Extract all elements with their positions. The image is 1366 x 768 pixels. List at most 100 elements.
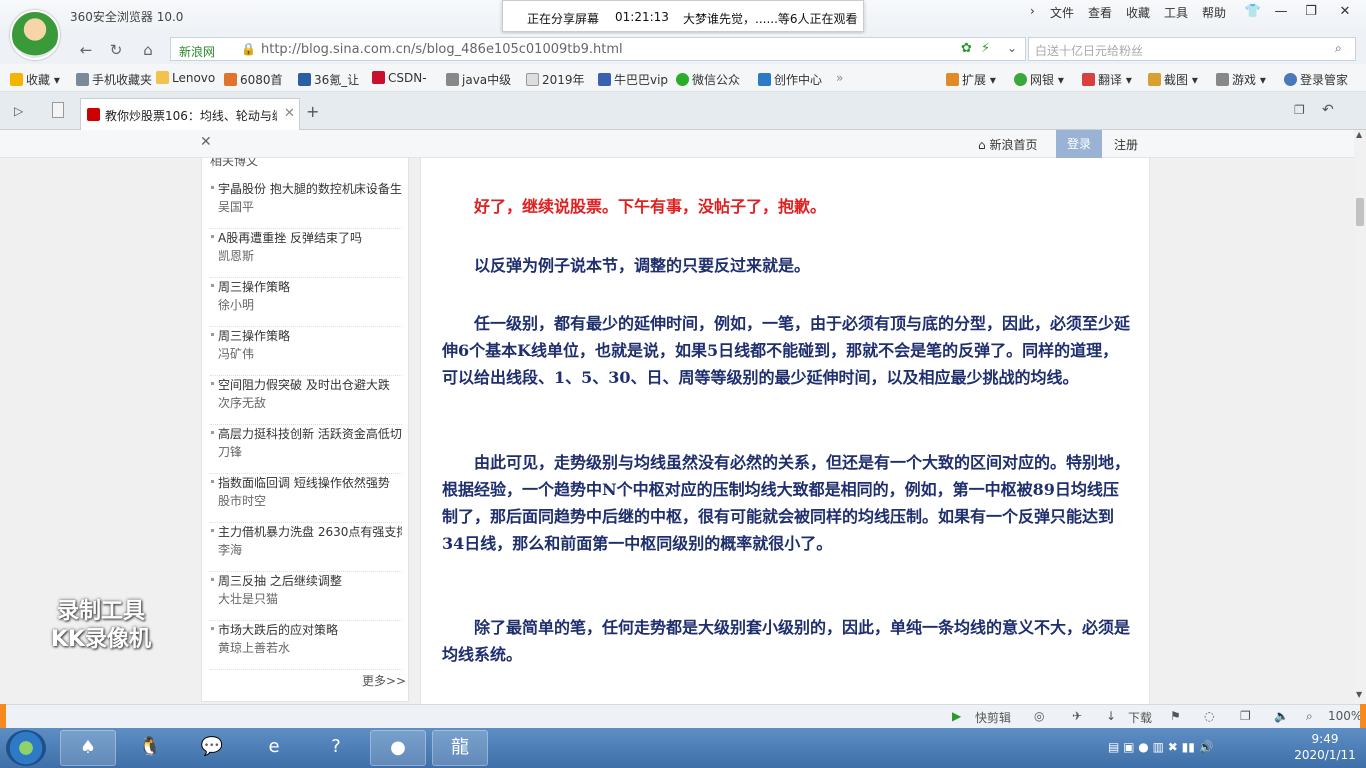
close-panel-icon[interactable]: ✕	[200, 134, 212, 150]
related-post-item[interactable]: 空间阻力假突破 及时出仓避大跌 次序无敌	[210, 376, 402, 425]
bookmark-favorites[interactable]: 收藏 ▾	[10, 71, 60, 88]
bookmarks-bar: 收藏 ▾ 手机收藏夹 Lenovo 6080首 36氪_让 CSDN- java…	[0, 64, 1366, 92]
menu-file[interactable]: 文件	[1050, 4, 1074, 21]
video-clip-icon[interactable]: ▶	[952, 709, 961, 723]
browser-icon[interactable]: ◌	[1204, 709, 1214, 723]
flag-icon[interactable]: ⚑	[1170, 709, 1181, 723]
zoom-icon[interactable]: ⌕	[1306, 709, 1313, 724]
games-button[interactable]: 游戏 ▾	[1216, 71, 1266, 88]
related-post-item[interactable]: 主力借机暴力洗盘 2630点有强支撑 李海	[210, 523, 402, 572]
back-icon[interactable]: ←	[76, 40, 96, 60]
bookmark-creator[interactable]: 创作中心	[758, 71, 822, 88]
share-status: 正在分享屏幕	[527, 12, 600, 26]
bookmark-csdn[interactable]: CSDN-	[372, 71, 427, 85]
taskbar-wechat-icon[interactable]: 💬	[184, 730, 240, 766]
new-tab-icon[interactable]: +	[306, 102, 319, 121]
menu-help[interactable]: 帮助	[1202, 4, 1226, 21]
site-icon	[446, 73, 459, 86]
window-icon[interactable]: ❐	[1240, 709, 1251, 723]
tab-active[interactable]: 教你炒股票106：均线、轮动与缠 ✕	[80, 98, 300, 130]
vertical-scrollbar[interactable]: ▲ ▼	[1354, 130, 1366, 704]
quick-edit-button[interactable]: 快剪辑	[975, 709, 1011, 726]
bookmark-mobile[interactable]: 手机收藏夹	[76, 71, 152, 88]
download-button[interactable]: 下载	[1128, 709, 1152, 726]
bookmark-2019[interactable]: 2019年	[526, 71, 585, 88]
sina-home-link[interactable]: ⌂ 新浪首页	[978, 136, 1037, 153]
taskbar-dragon-icon[interactable]: 龍	[432, 730, 488, 766]
related-post-item[interactable]: 周三反抽 之后继续调整 大壮是只猫	[210, 572, 402, 621]
home-icon[interactable]: ⌂	[138, 40, 158, 60]
search-icon[interactable]: ⌕	[1335, 41, 1342, 56]
screenshot-button[interactable]: 截图 ▾	[1148, 71, 1198, 88]
scrollbar-thumb[interactable]	[1356, 198, 1364, 226]
related-post-item[interactable]: 周三操作策略 徐小明	[210, 278, 402, 327]
taskbar-solitaire-icon[interactable]: ♠	[60, 730, 116, 766]
related-post-item[interactable]: 指数面临回调 短线操作依然强势 股市时空	[210, 474, 402, 523]
close-button[interactable]: ✕	[1330, 2, 1360, 22]
ebank-button[interactable]: 网银 ▾	[1014, 71, 1064, 88]
register-link[interactable]: 注册	[1114, 136, 1138, 153]
download-icon[interactable]: ↓	[1106, 709, 1116, 723]
security-shield-icon[interactable]: ✿	[961, 41, 972, 56]
tray-icons[interactable]: ▤ ▣ ● ▥ ✖ ▮▮ 🔊	[1108, 740, 1214, 754]
taskbar-recorder-icon[interactable]: ●	[370, 730, 426, 766]
recorder-watermark: 录制工具 KK录像机	[50, 599, 152, 652]
menu-favorites[interactable]: 收藏	[1126, 4, 1150, 21]
bookmark-lenovo[interactable]: Lenovo	[156, 71, 215, 85]
tab-list-icon[interactable]	[52, 102, 64, 118]
login-button[interactable]: 登录	[1056, 130, 1102, 158]
scroll-up-icon[interactable]: ▲	[1356, 130, 1362, 139]
related-post-item[interactable]: 周三操作策略 冯矿伟	[210, 327, 402, 376]
menu-expand-icon[interactable]: ›	[1030, 4, 1035, 18]
pin-icon[interactable]: ✈	[1072, 709, 1082, 723]
minimize-button[interactable]: —	[1266, 2, 1296, 22]
speed-mode-icon[interactable]: ⚡	[981, 41, 990, 56]
address-bar[interactable]: 新浪网 🔒 http://blog.sina.com.cn/s/blog_486…	[170, 37, 1026, 61]
menu-tools[interactable]: 工具	[1164, 4, 1188, 21]
related-post-item[interactable]: A股再遭重挫 反弹结束了吗 凯恩斯	[210, 229, 402, 278]
start-button[interactable]	[6, 730, 46, 766]
bookmark-36kr[interactable]: 36氪_让	[298, 71, 359, 88]
wechat-icon	[676, 73, 689, 86]
sidebar-toggle-icon[interactable]: ▷	[14, 104, 23, 118]
gamepad-icon	[1216, 73, 1229, 86]
bookmark-niubaba[interactable]: 牛巴巴vip	[598, 71, 668, 88]
tv-icon	[758, 73, 771, 86]
scroll-down-icon[interactable]: ▼	[1356, 690, 1362, 699]
translate-button[interactable]: 翻译 ▾	[1082, 71, 1132, 88]
sina-top-bar: ✕ ⌂ 新浪首页 登录 注册	[0, 130, 1354, 158]
extensions-button[interactable]: 扩展 ▾	[946, 71, 996, 88]
search-box[interactable]: 白送十亿日元给粉丝 ⌕	[1028, 37, 1356, 61]
tab-title: 教你炒股票106：均线、轮动与缠	[105, 109, 277, 123]
sina-favicon-icon	[87, 108, 100, 121]
login-manager-button[interactable]: 登录管家	[1284, 71, 1348, 88]
bookmark-6080[interactable]: 6080首	[224, 71, 283, 88]
key-icon	[1284, 73, 1297, 86]
tab-bar: ▷ 教你炒股票106：均线、轮动与缠 ✕ + ❐ ↶	[0, 92, 1366, 130]
related-post-item[interactable]: 宇晶股份 抱大腿的数控机床设备生 吴国平	[210, 180, 402, 229]
restore-tabs-icon[interactable]: ❐	[1294, 103, 1305, 117]
undo-close-icon[interactable]: ↶	[1322, 102, 1334, 118]
bookmark-wechat[interactable]: 微信公众	[676, 71, 740, 88]
menu-view[interactable]: 查看	[1088, 4, 1112, 21]
refresh-icon[interactable]: ↻	[106, 40, 126, 60]
site-identity[interactable]: 新浪网	[179, 43, 215, 60]
user-avatar[interactable]	[10, 10, 60, 60]
related-post-item[interactable]: 高层力挺科技创新 活跃资金高低切 刀锋	[210, 425, 402, 474]
maximize-button[interactable]: ❐	[1296, 2, 1326, 22]
more-posts-link[interactable]: 更多>>	[362, 672, 406, 689]
url-text[interactable]: http://blog.sina.com.cn/s/blog_486e105c0…	[261, 42, 623, 57]
taskbar-360-browser-icon[interactable]: e	[246, 730, 302, 766]
more-bookmarks-icon[interactable]: »	[836, 71, 843, 85]
speed-icon[interactable]: ◎	[1034, 709, 1044, 723]
taskbar-qq-icon[interactable]: 🐧	[122, 730, 178, 766]
dropdown-chevron-icon[interactable]: ⌄	[1007, 41, 1017, 55]
bookmark-java[interactable]: java中级	[446, 71, 511, 88]
related-post-item[interactable]: 市场大跌后的应对策略 黄琼上善若水	[210, 621, 402, 670]
system-clock[interactable]: 9:49 2020/1/11	[1290, 731, 1360, 763]
skin-icon[interactable]: 👕	[1238, 2, 1268, 22]
taskbar-help-icon[interactable]: ?	[308, 730, 364, 766]
zoom-level[interactable]: 100%	[1328, 709, 1362, 723]
volume-icon[interactable]: 🔈	[1274, 709, 1289, 723]
tab-close-icon[interactable]: ✕	[284, 106, 295, 121]
